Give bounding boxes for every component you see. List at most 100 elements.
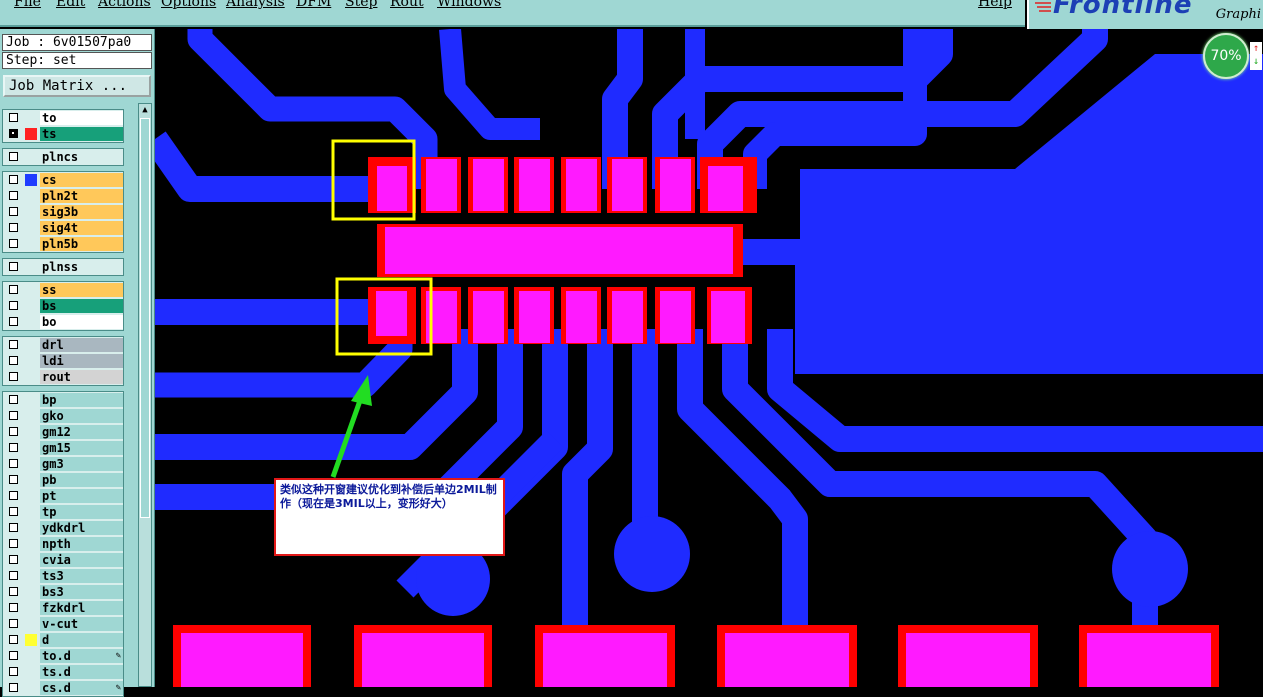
layer-name[interactable]: plnss <box>40 260 123 274</box>
layer-checkbox[interactable] <box>9 539 18 548</box>
layer-name[interactable]: ydkdrl <box>40 521 123 535</box>
scrollbar-thumb[interactable] <box>140 118 150 518</box>
layer-name[interactable]: pt <box>40 489 123 503</box>
layer-row[interactable]: gko <box>2 408 124 424</box>
layer-checkbox[interactable] <box>9 317 18 326</box>
menu-help[interactable]: Help <box>978 0 1012 10</box>
layer-row[interactable]: npth <box>2 536 124 552</box>
layer-checkbox[interactable] <box>9 191 18 200</box>
layer-row[interactable]: pb <box>2 472 124 488</box>
layer-checkbox[interactable] <box>9 239 18 248</box>
menu-actions[interactable]: Actions <box>98 0 151 10</box>
layer-name[interactable]: ts <box>40 127 123 141</box>
job-matrix-button[interactable]: Job Matrix ... <box>3 75 151 97</box>
layer-checkbox[interactable] <box>9 619 18 628</box>
layer-name[interactable]: to.d ✎ <box>40 649 123 663</box>
layer-checkbox[interactable] <box>9 223 18 232</box>
layer-name[interactable]: v-cut <box>40 617 123 631</box>
layer-name[interactable]: fzkdrl <box>40 601 123 615</box>
layer-checkbox[interactable] <box>9 555 18 564</box>
layer-checkbox[interactable] <box>9 175 18 184</box>
layer-row[interactable]: sig4t <box>2 220 124 236</box>
graphic-canvas[interactable] <box>155 29 1263 687</box>
layer-checkbox[interactable] <box>9 667 18 676</box>
layer-checkbox[interactable] <box>9 571 18 580</box>
layer-checkbox[interactable] <box>9 152 18 161</box>
zoom-arrows[interactable]: ↑ ↓ <box>1250 42 1262 70</box>
layer-name[interactable]: plncs <box>40 150 123 164</box>
layer-checkbox[interactable] <box>9 113 18 122</box>
menu-step[interactable]: Step <box>345 0 377 10</box>
menu-dfm[interactable]: DFM <box>296 0 331 10</box>
layer-name[interactable]: drl <box>40 338 123 352</box>
layer-row[interactable]: pln5b <box>2 236 124 252</box>
layer-name[interactable]: npth <box>40 537 123 551</box>
layer-checkbox[interactable] <box>9 207 18 216</box>
layer-row[interactable]: drl <box>2 337 124 353</box>
layer-name[interactable]: pln5b <box>40 237 123 251</box>
layer-scrollbar[interactable]: ▲ <box>138 103 152 687</box>
layer-name[interactable]: gm12 <box>40 425 123 439</box>
layer-row[interactable]: ts <box>2 126 124 142</box>
layer-checkbox[interactable] <box>9 587 18 596</box>
scroll-up-icon[interactable]: ▲ <box>139 104 151 116</box>
layer-name[interactable]: pln2t <box>40 189 123 203</box>
layer-row[interactable]: pt <box>2 488 124 504</box>
layer-checkbox[interactable] <box>9 427 18 436</box>
layer-row[interactable]: bp <box>2 392 124 408</box>
layer-row[interactable]: plnss <box>2 259 124 275</box>
layer-name[interactable]: cvia <box>40 553 123 567</box>
layer-checkbox[interactable] <box>9 340 18 349</box>
layer-name[interactable]: ldi <box>40 354 123 368</box>
layer-checkbox[interactable] <box>9 129 18 138</box>
layer-name[interactable]: gko <box>40 409 123 423</box>
layer-name[interactable]: rout <box>40 370 123 384</box>
layer-checkbox[interactable] <box>9 491 18 500</box>
layer-row[interactable]: gm12 <box>2 424 124 440</box>
menu-options[interactable]: Options <box>161 0 216 10</box>
layer-row[interactable]: cs.d ✎ <box>2 680 124 696</box>
layer-checkbox[interactable] <box>9 285 18 294</box>
menu-analysis[interactable]: Analysis <box>226 0 285 10</box>
layer-name[interactable]: pb <box>40 473 123 487</box>
layer-row[interactable]: bo <box>2 314 124 330</box>
layer-checkbox[interactable] <box>9 635 18 644</box>
layer-name[interactable]: sig3b <box>40 205 123 219</box>
layer-name[interactable]: gm15 <box>40 441 123 455</box>
layer-row[interactable]: gm15 <box>2 440 124 456</box>
layer-name[interactable]: sig4t <box>40 221 123 235</box>
layer-checkbox[interactable] <box>9 372 18 381</box>
layer-row[interactable]: bs3 <box>2 584 124 600</box>
layer-name[interactable]: cs.d ✎ <box>40 681 123 695</box>
layer-checkbox[interactable] <box>9 475 18 484</box>
layer-name[interactable]: to <box>40 111 123 125</box>
layer-checkbox[interactable] <box>9 523 18 532</box>
layer-checkbox[interactable] <box>9 395 18 404</box>
layer-name[interactable]: ss <box>40 283 123 297</box>
layer-row[interactable]: gm3 <box>2 456 124 472</box>
layer-name[interactable]: bs3 <box>40 585 123 599</box>
layer-row[interactable]: ts3 <box>2 568 124 584</box>
menu-rout[interactable]: Rout <box>390 0 424 10</box>
layer-name[interactable]: ts.d <box>40 665 123 679</box>
layer-checkbox[interactable] <box>9 262 18 271</box>
layer-checkbox[interactable] <box>9 603 18 612</box>
layer-row[interactable]: to <box>2 110 124 126</box>
layer-row[interactable]: ts.d <box>2 664 124 680</box>
layer-name[interactable]: tp <box>40 505 123 519</box>
layer-checkbox[interactable] <box>9 301 18 310</box>
layer-checkbox[interactable] <box>9 443 18 452</box>
menu-windows[interactable]: Windows <box>437 0 501 10</box>
layer-row[interactable]: fzkdrl <box>2 600 124 616</box>
layer-name[interactable]: bp <box>40 393 123 407</box>
layer-checkbox[interactable] <box>9 507 18 516</box>
layer-row[interactable]: pln2t <box>2 188 124 204</box>
layer-row[interactable]: rout <box>2 369 124 385</box>
zoom-up-icon[interactable]: ↑ <box>1250 42 1262 55</box>
zoom-down-icon[interactable]: ↓ <box>1250 55 1262 68</box>
menu-file[interactable]: File <box>14 0 41 10</box>
layer-name[interactable]: d <box>40 633 123 647</box>
layer-row[interactable]: ss <box>2 282 124 298</box>
layer-checkbox[interactable] <box>9 411 18 420</box>
menu-edit[interactable]: Edit <box>56 0 85 10</box>
